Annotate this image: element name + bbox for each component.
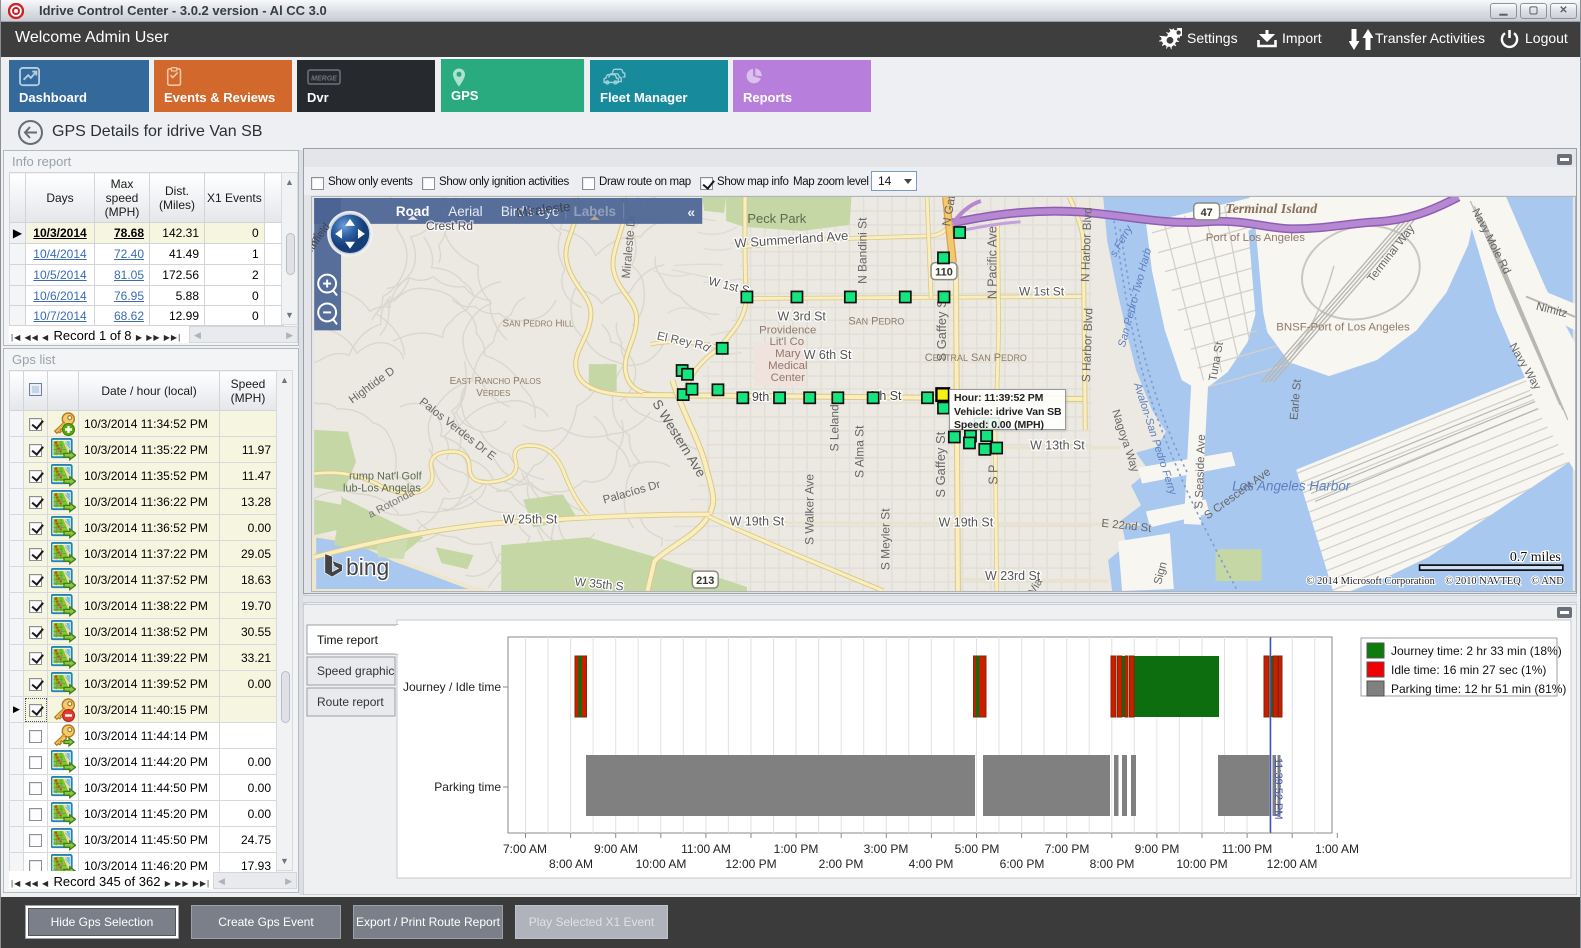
svg-text:4:00 PM: 4:00 PM xyxy=(909,857,954,871)
svg-text:10:00 AM: 10:00 AM xyxy=(636,857,687,871)
svg-text:Time report: Time report xyxy=(317,633,379,647)
svg-text:Crest Rd: Crest Rd xyxy=(426,219,473,233)
svg-text:10:00 PM: 10:00 PM xyxy=(1176,857,1227,871)
svg-text:S Walker Ave: S Walker Ave xyxy=(803,474,817,545)
svg-text:5:00 PM: 5:00 PM xyxy=(955,842,1000,856)
svg-text:Medical: Medical xyxy=(768,360,807,372)
svg-text:2:00 PM: 2:00 PM xyxy=(819,857,864,871)
svg-text:S Leland: S Leland xyxy=(828,404,842,451)
svg-text:W 3rd St: W 3rd St xyxy=(778,309,827,323)
svg-text:Peck Park: Peck Park xyxy=(747,211,806,226)
svg-text:1:00 AM: 1:00 AM xyxy=(1315,842,1359,856)
svg-text:W 25th St: W 25th St xyxy=(503,512,558,526)
svg-text:Port of Los Angeles: Port of Los Angeles xyxy=(1206,232,1305,244)
svg-text:lub-Los Angelas: lub-Los Angelas xyxy=(343,483,421,495)
svg-text:S Harbor Blvd: S Harbor Blvd xyxy=(1079,308,1096,383)
svg-text:W 19th St: W 19th St xyxy=(939,515,994,529)
svg-text:SAN PEDRO: SAN PEDRO xyxy=(848,315,904,327)
svg-text:N Bandini St: N Bandini St xyxy=(855,217,869,284)
svg-text:8:00 PM: 8:00 PM xyxy=(1090,857,1135,871)
svg-text:bing: bing xyxy=(346,554,389,580)
svg-text:S Alma St: S Alma St xyxy=(852,425,866,478)
svg-text:1:00 PM: 1:00 PM xyxy=(774,842,819,856)
svg-text:EAST RANCHO PALOS: EAST RANCHO PALOS xyxy=(450,376,541,387)
svg-text:S P: S P xyxy=(987,465,1001,485)
svg-text:12:00 AM: 12:00 AM xyxy=(1267,857,1318,871)
svg-text:0.7 miles: 0.7 miles xyxy=(1510,550,1561,565)
svg-text:Lit'l Co: Lit'l Co xyxy=(769,336,804,348)
svg-text:Parking time: 12 hr 51 min (81: Parking time: 12 hr 51 min (81%) xyxy=(1391,682,1566,696)
svg-text:rump Nat'l Golf: rump Nat'l Golf xyxy=(349,471,423,483)
svg-text:W 13th St: W 13th St xyxy=(1030,439,1085,453)
svg-text:7:00 AM: 7:00 AM xyxy=(503,842,547,856)
svg-text:Aerial: Aerial xyxy=(448,204,482,219)
svg-text:Terminal Island: Terminal Island xyxy=(1225,202,1318,217)
svg-text:12:00 PM: 12:00 PM xyxy=(725,857,776,871)
svg-text:11:00 AM: 11:00 AM xyxy=(681,842,731,856)
svg-text:7:00 PM: 7:00 PM xyxy=(1045,842,1090,856)
svg-text:8:00 AM: 8:00 AM xyxy=(549,857,593,871)
svg-text:BNSF-Port of Los Angeles: BNSF-Port of Los Angeles xyxy=(1276,321,1410,333)
svg-text:Journey / Idle time: Journey / Idle time xyxy=(403,680,501,694)
svg-text:Providence: Providence xyxy=(759,324,816,336)
svg-text:Center: Center xyxy=(771,372,806,384)
svg-text:3:00 PM: 3:00 PM xyxy=(864,842,909,856)
svg-text:Idle time: 16 min 27 sec (1%): Idle time: 16 min 27 sec (1%) xyxy=(1391,663,1546,677)
svg-text:Speed graphic: Speed graphic xyxy=(317,664,394,678)
svg-text:Route report: Route report xyxy=(317,695,384,709)
svg-text:47: 47 xyxy=(1201,207,1213,219)
svg-text:213: 213 xyxy=(696,575,714,587)
svg-text:«: « xyxy=(687,204,695,220)
svg-text:110: 110 xyxy=(935,267,953,279)
svg-text:9:00 PM: 9:00 PM xyxy=(1135,842,1180,856)
svg-text:Mary: Mary xyxy=(775,348,801,360)
svg-text:© 2014 Microsoft Corporation: © 2014 Microsoft Corporation © 2010 NAVT… xyxy=(1307,576,1565,587)
svg-text:S Meyler St: S Meyler St xyxy=(878,508,892,570)
svg-text:S Gaffey S: S Gaffey S xyxy=(934,299,949,362)
svg-text:W 19th St: W 19th St xyxy=(730,514,785,528)
svg-text:6:00 PM: 6:00 PM xyxy=(1000,857,1045,871)
svg-text:11:00 PM: 11:00 PM xyxy=(1222,842,1272,856)
svg-text:MERGE: MERGE xyxy=(311,76,337,83)
svg-text:Journey time: 2 hr 33 min (18%: Journey time: 2 hr 33 min (18%) xyxy=(1391,644,1562,658)
svg-text:SAN PEDRO HILL: SAN PEDRO HILL xyxy=(503,318,575,329)
svg-text:VERDES: VERDES xyxy=(476,388,510,399)
svg-text:S Gaffey St: S Gaffey St xyxy=(933,431,948,497)
svg-text:N Harbor Blvd: N Harbor Blvd xyxy=(1078,207,1095,282)
svg-text:W 6th St: W 6th St xyxy=(804,348,852,362)
svg-text:11:39:52 PM: 11:39:52 PM xyxy=(1272,758,1284,820)
svg-text:9:00 AM: 9:00 AM xyxy=(594,842,638,856)
svg-text:N Pacific Ave: N Pacific Ave xyxy=(986,226,1000,299)
svg-text:W 1st St: W 1st St xyxy=(1019,285,1065,299)
svg-text:Parking time: Parking time xyxy=(434,780,501,794)
